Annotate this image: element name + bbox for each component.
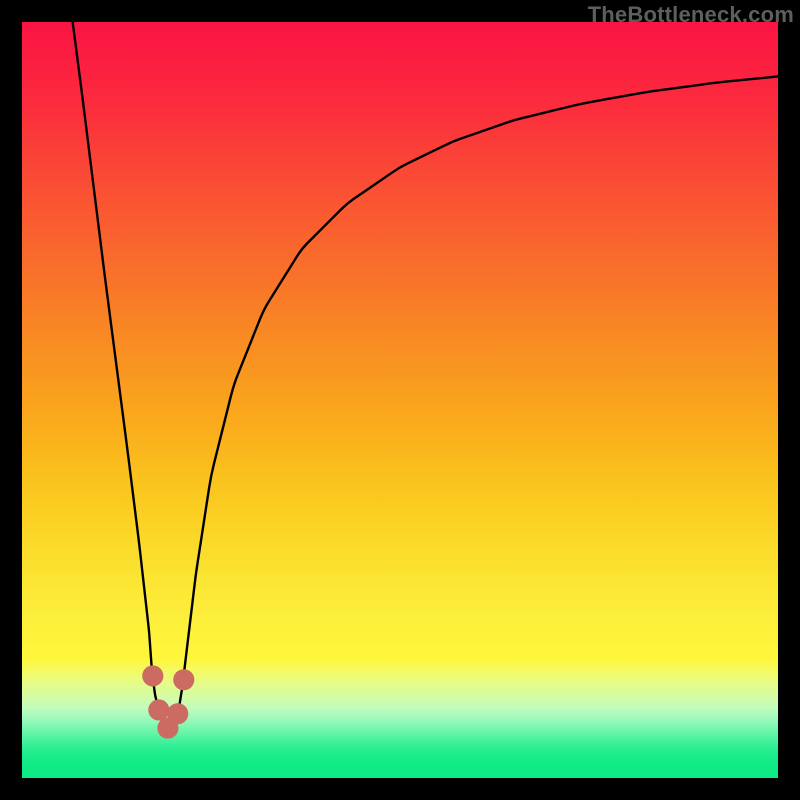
cusp-marker xyxy=(167,703,188,724)
chart-frame: TheBottleneck.com xyxy=(0,0,800,800)
bottleneck-curve xyxy=(22,22,778,778)
watermark-text: TheBottleneck.com xyxy=(588,2,794,28)
curve-path xyxy=(73,22,778,729)
plot-area xyxy=(22,22,778,778)
cusp-marker xyxy=(148,699,169,720)
cusp-marker xyxy=(173,669,194,690)
cusp-marker xyxy=(142,665,163,686)
